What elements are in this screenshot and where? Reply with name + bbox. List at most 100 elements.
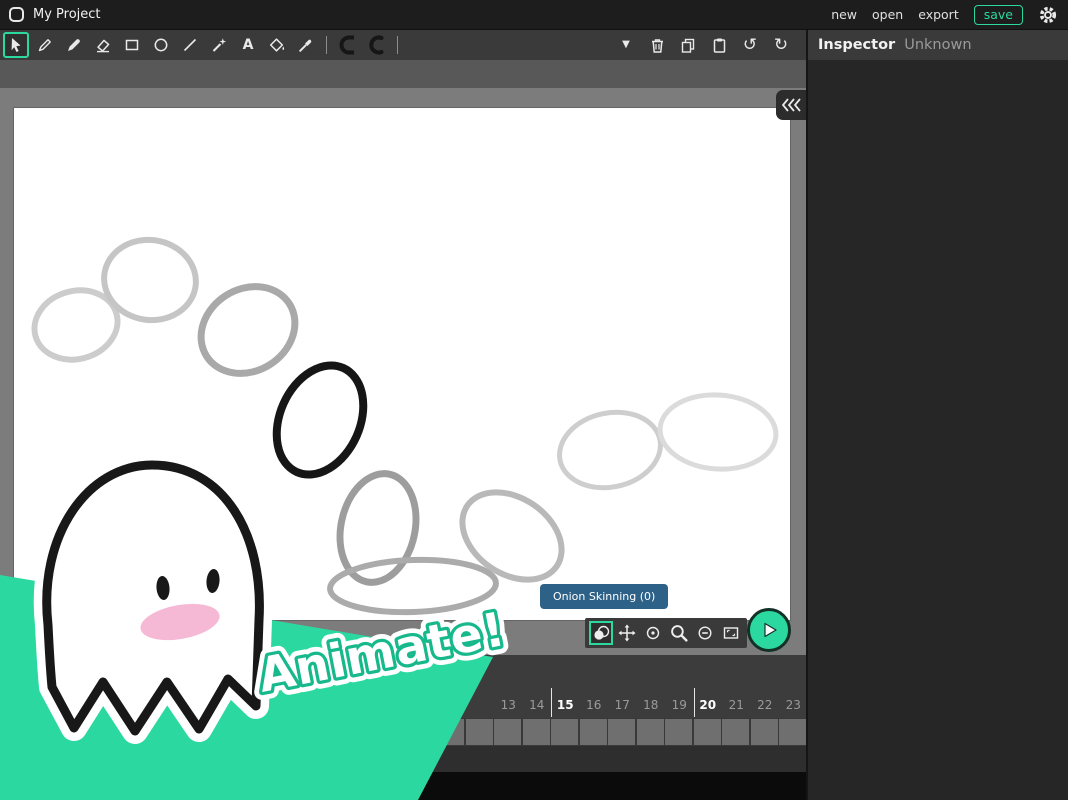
timeline-frame-cell[interactable] bbox=[437, 719, 464, 745]
timeline-frame-cell[interactable] bbox=[494, 719, 521, 745]
timeline-frame-cell[interactable] bbox=[779, 719, 806, 745]
timeline-frame-cell[interactable] bbox=[751, 719, 778, 745]
project-title: My Project bbox=[33, 7, 101, 22]
line-icon bbox=[181, 36, 199, 54]
timeline-frame-number[interactable]: 15 bbox=[551, 695, 580, 715]
zoom-actual-icon bbox=[644, 624, 662, 642]
brush-icon bbox=[65, 36, 83, 54]
redo-button[interactable]: ↻ bbox=[770, 34, 792, 56]
chevrons-left-icon bbox=[780, 96, 802, 114]
cap-round-icon bbox=[365, 33, 389, 57]
new-button[interactable]: new bbox=[831, 7, 857, 22]
topbar-menu: new open export save bbox=[831, 5, 1068, 25]
zoom-out-icon bbox=[696, 624, 714, 642]
undo-button[interactable]: ↺ bbox=[739, 34, 761, 56]
stroke-cap-flat-button[interactable] bbox=[336, 32, 362, 58]
gear-icon bbox=[1038, 5, 1058, 25]
fit-screen-icon bbox=[722, 624, 740, 642]
timeline-frame-number[interactable]: 14 bbox=[523, 695, 552, 715]
toolbar-separator bbox=[326, 36, 327, 54]
app-logo-icon bbox=[9, 7, 24, 22]
onion-skinning-button[interactable] bbox=[589, 621, 613, 645]
eyedropper-icon bbox=[297, 36, 315, 54]
pan-icon bbox=[618, 624, 636, 642]
timeline-frame-cells bbox=[0, 718, 806, 746]
timeline-frame-cell[interactable] bbox=[665, 719, 692, 745]
timeline-frame-cell[interactable] bbox=[608, 719, 635, 745]
onion-skinning-tooltip: Onion Skinning (0) bbox=[540, 584, 668, 609]
tool-select[interactable] bbox=[3, 32, 29, 58]
zoom-tool-button[interactable] bbox=[667, 621, 691, 645]
toolbar-actions: ▼ bbox=[615, 34, 806, 56]
onion-skin-icon bbox=[592, 624, 610, 642]
collapse-panel-button[interactable] bbox=[776, 90, 806, 120]
tool-eraser[interactable] bbox=[90, 32, 116, 58]
timeline-frame-number[interactable]: 16 bbox=[580, 695, 609, 715]
timeline-frame-cell[interactable] bbox=[637, 719, 664, 745]
workspace-top-band bbox=[0, 60, 806, 88]
timeline-frame-cell[interactable] bbox=[694, 719, 721, 745]
timeline-frame-cell[interactable] bbox=[722, 719, 749, 745]
cap-flat-icon bbox=[337, 33, 361, 57]
copy-icon bbox=[679, 36, 698, 55]
zoom-actual-button[interactable] bbox=[641, 621, 665, 645]
timeline-frame-number[interactable]: 17 bbox=[608, 695, 637, 715]
magnifier-icon bbox=[669, 623, 689, 643]
onion-skin-stroke bbox=[658, 391, 779, 473]
save-button[interactable]: save bbox=[974, 5, 1023, 25]
tool-text[interactable]: A bbox=[235, 32, 261, 58]
copy-frame-button[interactable] bbox=[677, 34, 699, 56]
timeline-frame-number[interactable]: 13 bbox=[494, 695, 523, 715]
trash-icon bbox=[648, 36, 667, 55]
pencil-icon bbox=[36, 36, 54, 54]
timeline-frame-cell[interactable] bbox=[551, 719, 578, 745]
timeline-frame-number[interactable]: 21 bbox=[722, 695, 751, 715]
toolbar: A ▼ bbox=[0, 30, 806, 60]
canvas-workspace: Onion Skinning (0) bbox=[0, 60, 806, 655]
timeline-frame-numbers: 1314151617181920212223 bbox=[0, 655, 806, 718]
zoom-out-button[interactable] bbox=[693, 621, 717, 645]
timeline-frame-number[interactable]: 22 bbox=[751, 695, 780, 715]
onion-skin-layer bbox=[14, 108, 790, 620]
open-button[interactable]: open bbox=[872, 7, 903, 22]
stroke-cap-round-button[interactable] bbox=[364, 32, 390, 58]
tool-wand[interactable] bbox=[206, 32, 232, 58]
app-window: My Project new open export save bbox=[0, 0, 1068, 800]
timeline[interactable]: 1314151617181920212223 bbox=[0, 655, 806, 800]
inspector-panel: Inspector Unknown bbox=[806, 30, 1068, 800]
onion-skin-stroke bbox=[185, 269, 312, 390]
text-tool-icon: A bbox=[243, 38, 254, 52]
timeline-frame-number[interactable]: 20 bbox=[694, 695, 723, 715]
paste-icon bbox=[710, 36, 729, 55]
pan-tool-button[interactable] bbox=[615, 621, 639, 645]
fill-bucket-icon bbox=[268, 36, 286, 54]
dropdown-icon: ▼ bbox=[622, 40, 630, 50]
settings-button[interactable] bbox=[1038, 5, 1058, 25]
play-button[interactable] bbox=[747, 608, 791, 652]
tool-line[interactable] bbox=[177, 32, 203, 58]
timeline-frame-number[interactable]: 23 bbox=[779, 695, 806, 715]
timeline-frame-number[interactable]: 18 bbox=[637, 695, 666, 715]
drawing-canvas[interactable] bbox=[14, 108, 790, 620]
tool-brush[interactable] bbox=[61, 32, 87, 58]
timeline-lower-track bbox=[0, 746, 806, 772]
viewport-controls bbox=[585, 618, 747, 648]
delete-frame-button[interactable] bbox=[646, 34, 668, 56]
tool-eyedropper[interactable] bbox=[293, 32, 319, 58]
tool-rectangle[interactable] bbox=[119, 32, 145, 58]
timeline-frame-cell[interactable] bbox=[466, 719, 493, 745]
timeline-frame-cell[interactable] bbox=[580, 719, 607, 745]
export-button[interactable]: export bbox=[918, 7, 959, 22]
tool-pencil[interactable] bbox=[32, 32, 58, 58]
circle-icon bbox=[152, 36, 170, 54]
current-frame-stroke bbox=[260, 352, 379, 489]
inspector-selection: Unknown bbox=[904, 37, 971, 53]
inspector-header: Inspector Unknown bbox=[808, 30, 1068, 60]
frame-menu-button[interactable]: ▼ bbox=[615, 34, 637, 56]
fit-screen-button[interactable] bbox=[719, 621, 743, 645]
paste-frame-button[interactable] bbox=[708, 34, 730, 56]
tool-fill[interactable] bbox=[264, 32, 290, 58]
timeline-frame-cell[interactable] bbox=[523, 719, 550, 745]
timeline-frame-number[interactable]: 19 bbox=[665, 695, 694, 715]
tool-circle[interactable] bbox=[148, 32, 174, 58]
